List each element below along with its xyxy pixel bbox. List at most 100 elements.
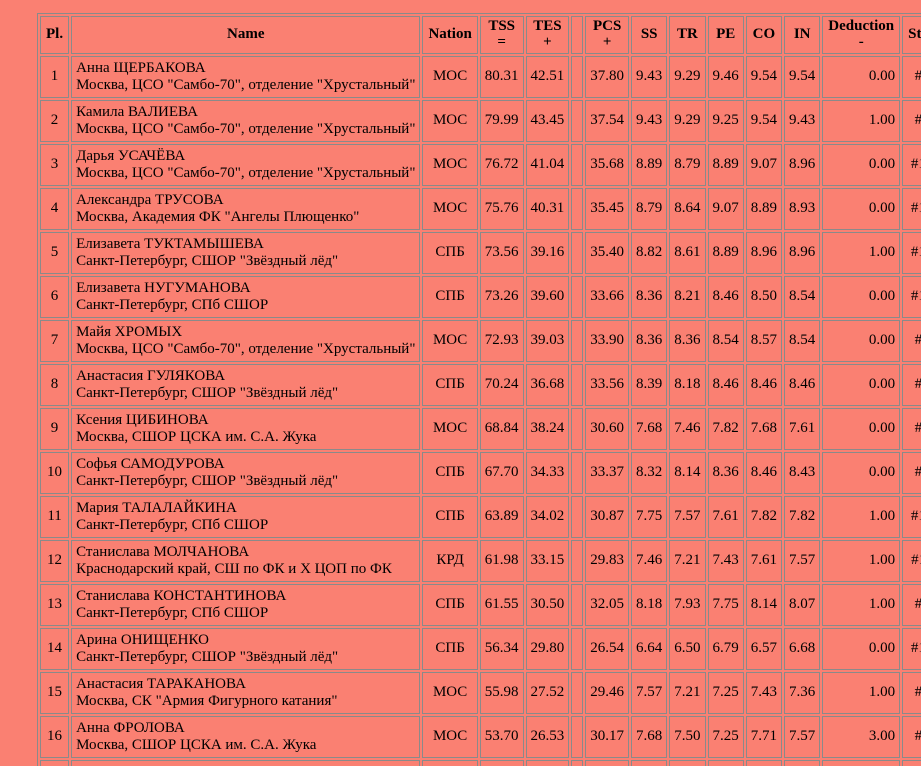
cell-tss: 73.26: [479, 275, 524, 318]
cell-skater: Ксения ЦИБИНОВА Москва, СШОР ЦСКА им. С.А…: [71, 407, 421, 450]
cell-start-number: #12: [902, 759, 921, 766]
cell-pcs: 35.68: [585, 143, 630, 186]
skater-club: Москва, ЦСО "Самбо-70", отделение "Хруст…: [76, 164, 416, 181]
skater-club: Санкт-Петербург, СШОР "Звёздный лёд": [76, 252, 339, 269]
cell-in: 8.96: [784, 231, 821, 274]
cell-tes: 26.95: [525, 759, 570, 766]
cell-tr: 7.50: [669, 715, 706, 758]
cell-start-number: #11: [902, 539, 921, 582]
cell-pcs: 33.37: [585, 451, 630, 494]
cell-spacer: [571, 231, 584, 274]
column-header-co: CO: [745, 16, 783, 54]
column-header-tss-label: TSS: [488, 18, 516, 34]
cell-pe: 7.25: [707, 671, 744, 714]
cell-co: 8.46: [745, 363, 783, 406]
cell-place: 7: [40, 319, 70, 362]
cell-tss: 72.93: [479, 319, 524, 362]
cell-pcs: 30.60: [585, 407, 630, 450]
cell-deduction: 0.00: [822, 627, 901, 670]
cell-spacer: [571, 583, 584, 626]
cell-tr: 8.36: [669, 319, 706, 362]
cell-nation: ТУЛ: [422, 759, 478, 766]
table-row: 8 Анастасия ГУЛЯКОВА Санкт-Петербург, СШОР…: [40, 363, 921, 406]
cell-pe: 9.07: [707, 187, 744, 230]
cell-spacer: [571, 451, 584, 494]
column-header-ss: SS: [631, 16, 668, 54]
skater-name: Александра ТРУСОВА: [76, 191, 224, 208]
cell-in: 8.43: [784, 451, 821, 494]
cell-start-number: #2: [902, 99, 921, 142]
cell-tes: 34.33: [525, 451, 570, 494]
cell-tr: 7.46: [669, 407, 706, 450]
cell-nation: КРД: [422, 539, 478, 582]
cell-tr: 7.57: [669, 495, 706, 538]
cell-skater: Майя ХРОМЫХ Москва, ЦСО "Самбо-70", отдел…: [71, 319, 421, 362]
cell-co: 6.57: [745, 627, 783, 670]
cell-in: 6.18: [784, 759, 821, 766]
cell-place: 15: [40, 671, 70, 714]
column-header-name: Name: [71, 16, 421, 54]
cell-skater: Анна ФРОЛОВА Москва, СШОР ЦСКА им. С.А. Ж…: [71, 715, 421, 758]
cell-ss: 7.46: [631, 539, 668, 582]
cell-pcs: 33.66: [585, 275, 630, 318]
cell-pcs: 32.05: [585, 583, 630, 626]
skater-name: Камила ВАЛИЕВА: [76, 103, 198, 120]
cell-tss: 80.31: [479, 55, 524, 98]
cell-in: 7.61: [784, 407, 821, 450]
cell-place: 9: [40, 407, 70, 450]
cell-place: 5: [40, 231, 70, 274]
cell-pe: 8.46: [707, 275, 744, 318]
cell-start-number: #3: [902, 715, 921, 758]
cell-nation: СПБ: [422, 275, 478, 318]
cell-start-number: #7: [902, 319, 921, 362]
cell-co: 9.54: [745, 99, 783, 142]
cell-co: 9.54: [745, 55, 783, 98]
cell-nation: СПБ: [422, 363, 478, 406]
cell-skater: Александра ТРУСОВА Москва, Академия ФК "А…: [71, 187, 421, 230]
cell-spacer: [571, 495, 584, 538]
cell-deduction: 1.00: [822, 495, 901, 538]
cell-pcs: 26.54: [585, 627, 630, 670]
cell-tss: 76.72: [479, 143, 524, 186]
cell-pe: 8.46: [707, 363, 744, 406]
cell-tr: 6.04: [669, 759, 706, 766]
column-header-tes-label: TES: [533, 18, 562, 34]
cell-co: 7.61: [745, 539, 783, 582]
cell-pe: 7.25: [707, 715, 744, 758]
table-row: 9 Ксения ЦИБИНОВА Москва, СШОР ЦСКА им. С.…: [40, 407, 921, 450]
table-row: 5 Елизавета ТУКТАМЫШЕВА Санкт-Петербург, С…: [40, 231, 921, 274]
skater-club: Санкт-Петербург, СПб СШОР: [76, 516, 269, 533]
skater-name: Дарья УСАЧЁВА: [76, 147, 186, 164]
cell-tss: 75.76: [479, 187, 524, 230]
cell-deduction: 0.00: [822, 319, 901, 362]
cell-tes: 39.16: [525, 231, 570, 274]
cell-pcs: 29.46: [585, 671, 630, 714]
skater-name: Анастасия ТАРАКАНОВА: [76, 675, 246, 692]
cell-tss: 53.70: [479, 715, 524, 758]
cell-pe: 7.82: [707, 407, 744, 450]
cell-spacer: [571, 363, 584, 406]
cell-start-number: #16: [902, 143, 921, 186]
cell-co: 7.68: [745, 407, 783, 450]
table-row: 13 Станислава КОНСТАНТИНОВА Санкт-Петербур…: [40, 583, 921, 626]
table-row: 17Валерия КОСТИНАТульская область, ОКСШО…: [40, 759, 921, 766]
cell-tr: 8.21: [669, 275, 706, 318]
cell-pcs: 35.45: [585, 187, 630, 230]
cell-pcs: 30.17: [585, 715, 630, 758]
table-body: 1 Анна ЩЕРБАКОВА Москва, ЦСО "Самбо-70", о…: [40, 55, 921, 766]
cell-co: 8.46: [745, 451, 783, 494]
cell-start-number: #9: [902, 55, 921, 98]
cell-spacer: [571, 627, 584, 670]
cell-tss: 50.67: [479, 759, 524, 766]
column-header-pe: PE: [707, 16, 744, 54]
cell-deduction: 0.00: [822, 451, 901, 494]
cell-co: 7.71: [745, 715, 783, 758]
cell-ss: 9.43: [631, 99, 668, 142]
cell-spacer: [571, 99, 584, 142]
cell-deduction: 0.00: [822, 187, 901, 230]
cell-place: 14: [40, 627, 70, 670]
cell-pcs: 37.54: [585, 99, 630, 142]
cell-tss: 61.98: [479, 539, 524, 582]
cell-deduction: 0.00: [822, 407, 901, 450]
cell-place: 12: [40, 539, 70, 582]
